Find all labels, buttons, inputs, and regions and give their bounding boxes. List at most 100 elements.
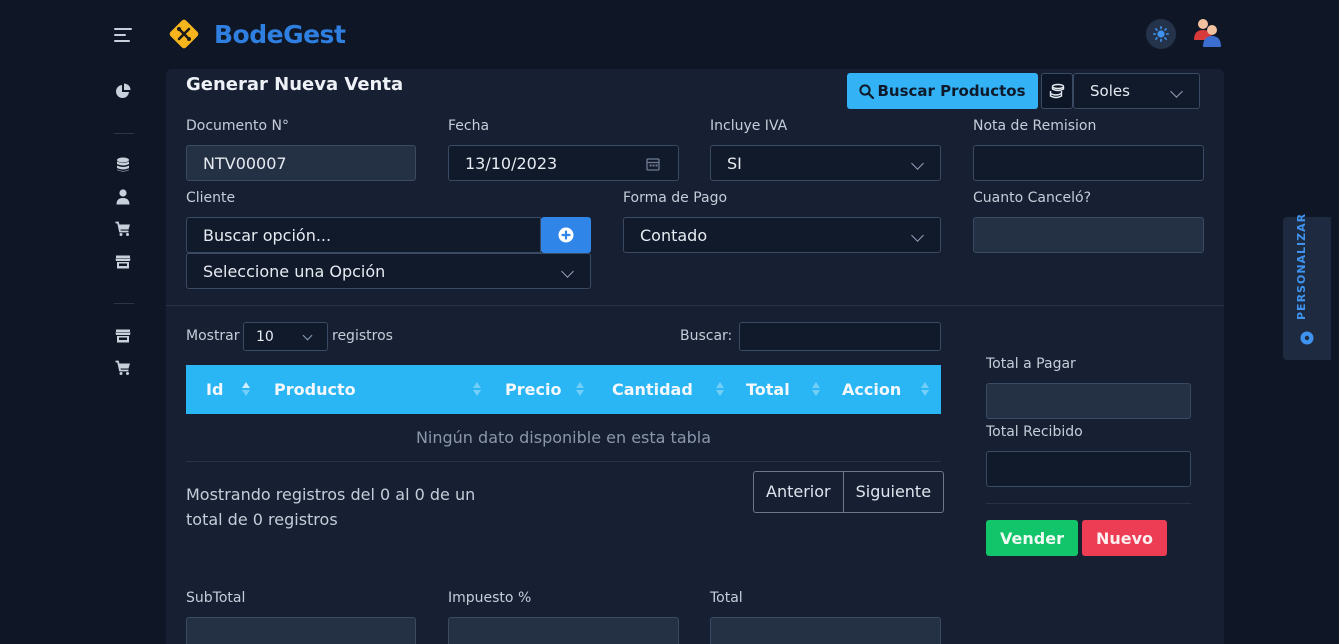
pie-chart-icon	[116, 83, 131, 98]
column-header-cantidad[interactable]: Cantidad	[612, 365, 693, 414]
fecha-value: 13/10/2023	[465, 153, 558, 173]
store-icon	[115, 329, 131, 343]
sidebar-item-store[interactable]	[114, 253, 132, 271]
total-pagar-field	[986, 383, 1191, 419]
section-divider	[166, 305, 1224, 306]
next-page-button[interactable]: Siguiente	[842, 472, 943, 512]
table-search-input[interactable]	[739, 322, 941, 351]
coins-icon	[1049, 83, 1065, 99]
forma-pago-select[interactable]: Contado	[623, 217, 941, 253]
total-recibido-label: Total Recibido	[986, 424, 1083, 440]
pagination: Anterior Siguiente	[753, 471, 945, 513]
sort-icon[interactable]	[716, 382, 724, 397]
payment-divider	[986, 503, 1191, 504]
currency-select[interactable]: Soles	[1073, 73, 1200, 109]
add-client-button[interactable]	[541, 217, 591, 253]
sidebar-item-users[interactable]	[114, 188, 132, 206]
sidebar-item-database[interactable]	[114, 156, 132, 174]
nota-label: Nota de Remision	[973, 118, 1097, 134]
show-label: Mostrar	[186, 328, 240, 344]
cliente-select[interactable]: Seleccione una Opción	[186, 253, 591, 289]
search-icon	[859, 83, 875, 99]
sidebar-item-store-2[interactable]	[114, 327, 132, 345]
sell-button[interactable]: Vender	[986, 520, 1078, 556]
impuesto-field	[448, 617, 679, 644]
iva-label: Incluye IVA	[710, 118, 788, 134]
logo-icon	[168, 18, 200, 50]
prev-page-button[interactable]: Anterior	[754, 472, 843, 512]
menu-toggle-icon[interactable]	[114, 28, 132, 42]
table-header: Id Producto Precio Cantidad Total Accion	[186, 365, 941, 414]
sun-icon	[1153, 26, 1169, 42]
sidebar-divider	[114, 303, 134, 304]
sale-card: Generar Nueva Venta Buscar Productos Sol…	[166, 69, 1224, 644]
new-sale-button[interactable]: Nuevo	[1082, 520, 1167, 556]
sort-icon[interactable]	[812, 382, 820, 397]
total-label: Total	[710, 590, 743, 606]
store-icon	[115, 255, 131, 269]
sort-icon[interactable]	[921, 382, 929, 397]
records-label: registros	[332, 328, 393, 344]
chevron-down-icon	[911, 229, 924, 242]
cliente-select-value: Seleccione una Opción	[203, 261, 386, 281]
chevron-down-icon	[911, 157, 924, 170]
page-length-value: 10	[256, 328, 274, 345]
avatar[interactable]	[1190, 16, 1224, 48]
table-info: Mostrando registros del 0 al 0 de un tot…	[186, 485, 476, 529]
app-name: BodeGest	[214, 19, 346, 49]
fecha-label: Fecha	[448, 118, 490, 134]
column-header-producto[interactable]: Producto	[274, 365, 356, 414]
chevron-down-icon	[1170, 85, 1183, 98]
sidebar-item-sales[interactable]	[114, 220, 132, 238]
total-pagar-label: Total a Pagar	[986, 356, 1076, 372]
theme-toggle-button[interactable]	[1146, 19, 1176, 49]
iva-select[interactable]: SI	[710, 145, 941, 181]
page-length-select[interactable]: 10	[243, 322, 328, 351]
column-header-accion[interactable]: Accion	[842, 365, 901, 414]
user-icon	[116, 189, 130, 205]
fecha-field[interactable]: 13/10/2023	[448, 145, 679, 181]
column-header-id[interactable]: Id	[206, 365, 223, 414]
search-products-button[interactable]: Buscar Productos	[847, 73, 1038, 109]
table-search-label: Buscar:	[680, 328, 733, 344]
cart-icon	[115, 360, 130, 375]
impuesto-label: Impuesto %	[448, 590, 532, 606]
plus-circle-icon	[558, 227, 574, 243]
top-bar: BodeGest	[0, 0, 1339, 68]
subtotal-field	[186, 617, 416, 644]
cancelo-label: Cuanto Canceló?	[973, 190, 1092, 206]
app-logo[interactable]: BodeGest	[168, 18, 346, 50]
customizer-label: PERSONALIZAR	[1295, 212, 1308, 320]
sort-icon[interactable]	[576, 382, 584, 397]
subtotal-label: SubTotal	[186, 590, 246, 606]
sort-icon[interactable]	[473, 382, 481, 397]
documento-label: Documento N°	[186, 118, 290, 134]
currency-value: Soles	[1090, 82, 1130, 100]
page-title: Generar Nueva Venta	[186, 74, 404, 95]
cart-icon	[115, 221, 130, 236]
customizer-tab[interactable]: PERSONALIZAR	[1283, 213, 1331, 360]
currency-button[interactable]	[1041, 73, 1073, 109]
gear-icon	[1300, 331, 1314, 345]
column-header-precio[interactable]: Precio	[505, 365, 561, 414]
cancelo-field	[973, 217, 1204, 253]
sidebar-item-cart-2[interactable]	[114, 359, 132, 377]
cliente-search-placeholder: Buscar opción...	[203, 225, 332, 245]
sidebar-divider	[114, 133, 134, 134]
documento-value: NTV00007	[203, 153, 287, 173]
chevron-down-icon	[302, 330, 313, 341]
calendar-icon[interactable]	[646, 157, 660, 171]
iva-value: SI	[727, 153, 742, 173]
sidebar-item-dashboard[interactable]	[114, 82, 132, 100]
forma-pago-value: Contado	[640, 225, 708, 245]
cliente-label: Cliente	[186, 190, 236, 206]
nota-field[interactable]	[973, 145, 1204, 181]
total-recibido-field[interactable]	[986, 451, 1191, 487]
database-icon	[117, 157, 129, 172]
sort-asc-icon[interactable]	[242, 382, 250, 397]
column-header-total[interactable]: Total	[746, 365, 790, 414]
cliente-search-input[interactable]: Buscar opción...	[186, 217, 541, 253]
documento-field: NTV00007	[186, 145, 416, 181]
search-products-label: Buscar Productos	[877, 82, 1026, 100]
chevron-down-icon	[561, 265, 574, 278]
